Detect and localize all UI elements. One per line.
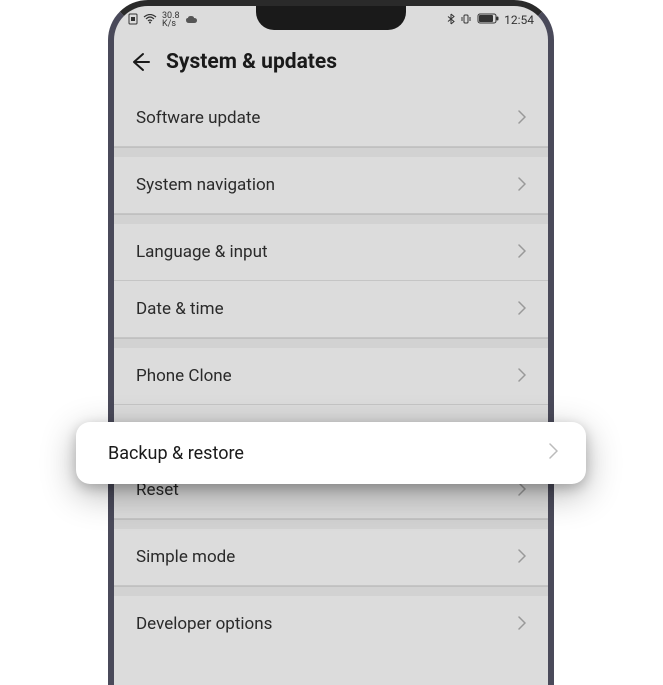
menu-item-system-navigation[interactable]: System navigation <box>114 157 548 214</box>
menu-item-language-input[interactable]: Language & input <box>114 224 548 281</box>
arrow-left-icon <box>129 51 151 73</box>
menu-label: Simple mode <box>136 547 235 567</box>
divider <box>114 338 548 348</box>
wifi-icon <box>143 14 157 27</box>
chevron-right-icon <box>518 243 526 262</box>
status-right: 12:54 <box>447 13 534 28</box>
divider <box>114 214 548 224</box>
chevron-right-icon <box>518 367 526 386</box>
chevron-right-icon <box>518 109 526 128</box>
menu-list: Software update System navigation Langua… <box>114 90 548 652</box>
chevron-right-icon <box>518 300 526 319</box>
menu-item-phone-clone[interactable]: Phone Clone <box>114 348 548 405</box>
divider <box>114 519 548 529</box>
page-title: System & updates <box>166 50 337 74</box>
menu-label: Software update <box>136 108 260 128</box>
menu-label: Language & input <box>136 242 268 262</box>
cloud-icon <box>185 14 199 27</box>
menu-item-date-time[interactable]: Date & time <box>114 281 548 338</box>
menu-label: Backup & restore <box>108 443 244 464</box>
menu-label: Phone Clone <box>136 366 232 386</box>
menu-label: System navigation <box>136 175 275 195</box>
menu-label: Date & time <box>136 299 224 319</box>
menu-item-software-update[interactable]: Software update <box>114 90 548 147</box>
page-header: System & updates <box>114 34 548 90</box>
chevron-right-icon <box>518 615 526 634</box>
time-label: 12:54 <box>504 13 534 27</box>
vibrate-icon <box>460 13 472 28</box>
menu-label: Developer options <box>136 614 272 634</box>
menu-item-simple-mode[interactable]: Simple mode <box>114 529 548 586</box>
bluetooth-icon <box>447 13 455 28</box>
menu-item-developer-options[interactable]: Developer options <box>114 596 548 652</box>
chevron-right-icon <box>518 176 526 195</box>
divider <box>114 586 548 596</box>
speed-unit: K/s <box>162 19 176 29</box>
back-button[interactable] <box>128 50 152 74</box>
divider <box>114 147 548 157</box>
status-left: 30.8 K/s <box>128 12 199 28</box>
phone-frame: 30.8 K/s 12:54 System & updates <box>108 0 554 685</box>
sim-icon <box>128 13 138 28</box>
battery-icon <box>477 13 499 27</box>
chevron-right-icon <box>549 443 558 463</box>
chevron-right-icon <box>518 548 526 567</box>
status-bar: 30.8 K/s 12:54 <box>114 6 548 34</box>
menu-item-backup-restore[interactable]: Backup & restore <box>76 422 586 484</box>
speed-indicator: 30.8 K/s <box>162 12 180 28</box>
